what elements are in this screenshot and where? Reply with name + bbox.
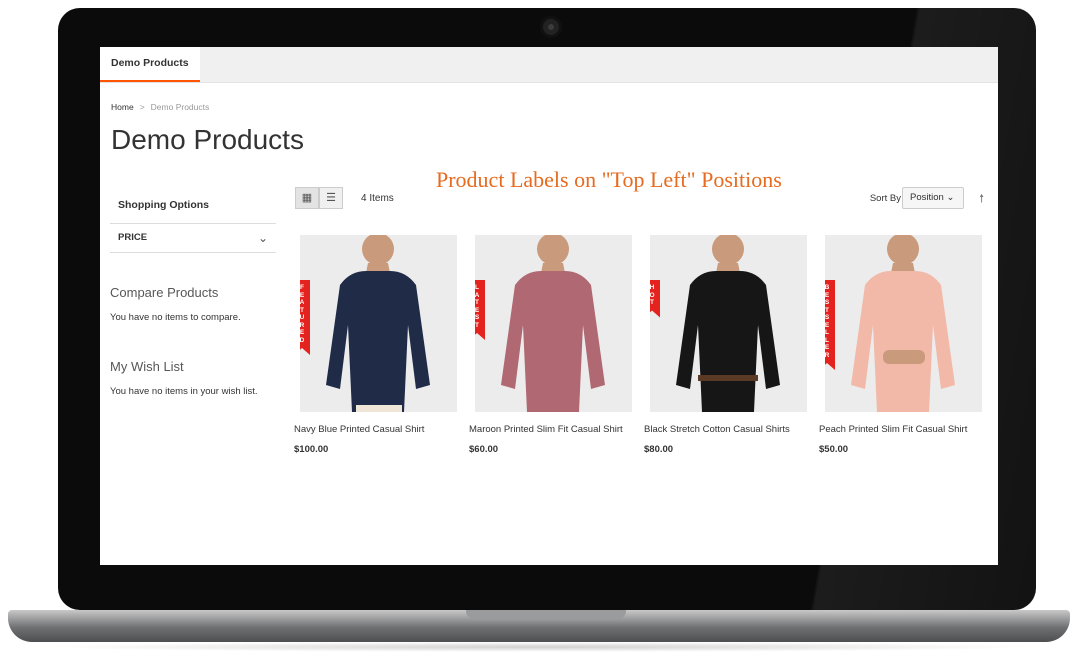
product-price: $50.00 xyxy=(819,444,849,455)
product-name[interactable]: Navy Blue Printed Casual Shirt xyxy=(294,424,464,435)
grid-view-button[interactable]: ▦ xyxy=(295,187,319,209)
page-title: Demo Products xyxy=(111,124,304,155)
product-image[interactable]: HOT xyxy=(650,235,807,412)
product-card[interactable]: HOT Black Stretch Cotton Casual Shirts $… xyxy=(644,235,814,455)
product-card[interactable]: FEATURED Navy Blue Printed Casual Shirt … xyxy=(294,235,464,455)
breadcrumb-current: Demo Products xyxy=(150,102,210,112)
product-label-badge: BESTSELLER xyxy=(825,280,835,370)
laptop-base xyxy=(8,610,1070,642)
wishlist-empty-text: You have no items in your wish list. xyxy=(110,386,258,397)
grid-icon: ▦ xyxy=(301,192,313,204)
product-price: $60.00 xyxy=(469,444,499,455)
breadcrumb: Home > Demo Products xyxy=(111,102,209,112)
product-price: $100.00 xyxy=(294,444,329,455)
item-count: 4 Items xyxy=(361,193,394,204)
breadcrumb-home[interactable]: Home xyxy=(111,102,134,112)
product-image[interactable]: LATEST xyxy=(475,235,632,412)
sort-direction-arrow-icon[interactable]: 🠕 xyxy=(979,190,984,209)
product-image[interactable]: BESTSELLER xyxy=(825,235,982,412)
browser-screen: Demo Products Home > Demo Products Demo Pr… xyxy=(100,47,998,565)
shirt-model-image xyxy=(676,235,780,412)
shirt-model-image xyxy=(501,235,605,412)
sort-by-select[interactable]: Position ⌄ xyxy=(902,187,964,209)
webcam xyxy=(540,16,562,38)
nav-bar: Demo Products xyxy=(100,47,998,83)
price-filter-label: PRICE xyxy=(118,232,148,243)
sidebar: Shopping Options PRICE ⌄ Compare Product… xyxy=(110,189,276,397)
breadcrumb-separator: > xyxy=(139,102,145,112)
shopping-options-title: Shopping Options xyxy=(110,189,276,224)
product-name[interactable]: Maroon Printed Slim Fit Casual Shirt xyxy=(469,424,639,435)
product-price: $80.00 xyxy=(644,444,674,455)
products-toolbar: ▦ ☰ 4 Items Sort By Position ⌄ 🠕 xyxy=(295,187,990,211)
product-name[interactable]: Black Stretch Cotton Casual Shirts xyxy=(644,424,814,435)
list-view-button[interactable]: ☰ xyxy=(319,187,343,209)
shirt-model-image xyxy=(326,235,430,412)
laptop-notch xyxy=(466,610,626,619)
shirt-model-image xyxy=(851,235,955,412)
product-label-badge: LATEST xyxy=(475,280,485,340)
product-label-badge: FEATURED xyxy=(300,280,310,355)
list-icon: ☰ xyxy=(326,192,336,204)
compare-products-title: Compare Products xyxy=(110,285,219,300)
sort-by-label: Sort By xyxy=(869,193,901,204)
product-card[interactable]: LATEST Maroon Printed Slim Fit Casual Sh… xyxy=(469,235,639,455)
laptop-shadow xyxy=(40,642,1040,652)
chevron-down-icon: ⌄ xyxy=(257,231,268,245)
product-name[interactable]: Peach Printed Slim Fit Casual Shirt xyxy=(819,424,989,435)
product-card[interactable]: BESTSELLER Peach Printed Slim Fit Casual… xyxy=(819,235,989,455)
compare-empty-text: You have no items to compare. xyxy=(110,312,241,323)
wishlist-title: My Wish List xyxy=(110,359,184,374)
tab-demo-products[interactable]: Demo Products xyxy=(100,47,200,82)
product-image[interactable]: FEATURED xyxy=(300,235,457,412)
price-filter[interactable]: PRICE ⌄ xyxy=(110,224,276,253)
sort-by-value: Position xyxy=(910,192,944,203)
